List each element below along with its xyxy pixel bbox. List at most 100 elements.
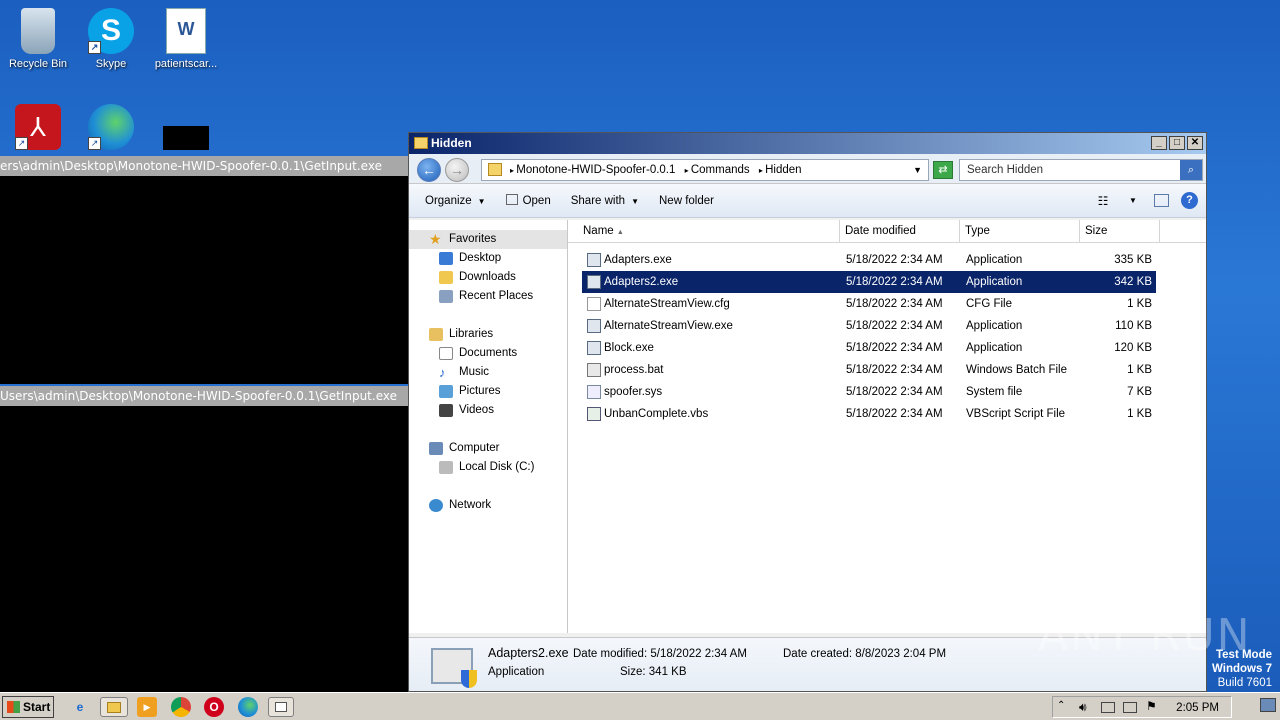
desktop-icon-skype[interactable]: S ↗ Skype bbox=[73, 8, 149, 70]
console-window-1[interactable]: ers\admin\Desktop\Monotone-HWID-Spoofer-… bbox=[0, 156, 408, 384]
app-icon bbox=[587, 319, 601, 333]
nav-item-favorites[interactable]: ★ Favorites bbox=[409, 230, 567, 249]
file-name: AlternateStreamView.exe bbox=[568, 315, 840, 337]
file-type: Application bbox=[966, 276, 1023, 288]
breadcrumb-item[interactable]: Commands bbox=[691, 164, 750, 176]
desktop-icon-recycle-bin[interactable]: Recycle Bin bbox=[0, 8, 76, 70]
file-name: spoofer.sys bbox=[568, 381, 840, 403]
file-size: 1 KB bbox=[1127, 298, 1152, 310]
forward-button[interactable]: → bbox=[445, 158, 469, 182]
search-icon[interactable]: ⌕ bbox=[1180, 160, 1202, 180]
new-folder-button[interactable]: New folder bbox=[651, 192, 722, 210]
chevron-down-icon[interactable]: ▼ bbox=[1124, 193, 1142, 209]
videos-icon bbox=[439, 404, 453, 417]
close-button[interactable]: ✕ bbox=[1187, 136, 1203, 150]
media-player-icon[interactable]: ▶ bbox=[137, 697, 157, 717]
opera-icon[interactable]: O bbox=[204, 697, 224, 717]
network-tray-icon[interactable] bbox=[1101, 702, 1115, 713]
nav-item-network[interactable]: Network bbox=[409, 496, 567, 515]
file-list[interactable]: Name ▲ Date modified Type Size Adapters.… bbox=[568, 220, 1206, 633]
shield-icon bbox=[461, 670, 477, 688]
file-row[interactable]: spoofer.sys 5/18/2022 2:34 AM System file 7… bbox=[568, 381, 1206, 403]
network-icon bbox=[429, 499, 443, 512]
console-title[interactable]: Users\admin\Desktop\Monotone-HWID-Spoofe… bbox=[0, 386, 408, 406]
nav-item-documents[interactable]: Documents bbox=[409, 344, 567, 363]
window-title: Hidden bbox=[431, 136, 472, 150]
navigation-pane[interactable]: ★ Favorites Desktop Downloads Recent Pla… bbox=[409, 220, 568, 633]
nav-item-pictures[interactable]: Pictures bbox=[409, 382, 567, 401]
nav-item-videos[interactable]: Videos bbox=[409, 401, 567, 420]
column-header-name[interactable]: Name ▲ bbox=[568, 220, 840, 242]
nav-item-music[interactable]: ♪ Music bbox=[409, 363, 567, 382]
display-tray-icon[interactable] bbox=[1123, 702, 1137, 713]
chrome-icon[interactable] bbox=[171, 697, 191, 717]
column-header-size[interactable]: Size bbox=[1080, 220, 1160, 242]
view-options-icon[interactable]: ☷ bbox=[1094, 193, 1112, 209]
desktop-icon-edge[interactable]: ↗ bbox=[73, 104, 149, 154]
explorer-taskbar-icon[interactable] bbox=[100, 697, 128, 717]
minimize-button[interactable]: _ bbox=[1151, 136, 1167, 150]
chevron-down-icon[interactable]: ▼ bbox=[913, 160, 922, 180]
nav-item-libraries[interactable]: Libraries bbox=[409, 325, 567, 344]
volume-icon[interactable]: 🔊︎ bbox=[1079, 700, 1087, 715]
show-desktop-icon[interactable] bbox=[1260, 698, 1276, 712]
word-document-icon: W bbox=[166, 8, 206, 54]
flag-icon[interactable]: ⚑ bbox=[1146, 699, 1157, 713]
desktop-icon-word-document[interactable]: W patientscar... bbox=[148, 8, 224, 70]
chevron-up-icon[interactable]: ⌃ bbox=[1057, 700, 1065, 711]
back-button[interactable]: ← bbox=[417, 158, 441, 182]
console-window-2[interactable]: Users\admin\Desktop\Monotone-HWID-Spoofe… bbox=[0, 386, 408, 692]
desktop-icon-acrobat[interactable]: ⅄ ↗ bbox=[0, 104, 76, 154]
file-row[interactable]: AlternateStreamView.cfg 5/18/2022 2:34 AM… bbox=[568, 293, 1206, 315]
nav-item-downloads[interactable]: Downloads bbox=[409, 268, 567, 287]
skype-icon: S ↗ bbox=[88, 8, 134, 54]
window-titlebar[interactable]: Hidden _ □ ✕ bbox=[409, 133, 1206, 154]
search-input[interactable]: Search Hidden ⌕ bbox=[959, 159, 1203, 181]
refresh-icon[interactable]: ⇄ bbox=[933, 161, 953, 179]
taskbar: Start e ▶ O ⌃ 🔊︎ ⚑ 2:05 PM bbox=[0, 692, 1280, 720]
breadcrumb-item[interactable]: Hidden bbox=[765, 164, 801, 176]
help-icon[interactable]: ? bbox=[1181, 192, 1198, 209]
system-tray: ⌃ 🔊︎ ⚑ 2:05 PM bbox=[1052, 696, 1232, 718]
acrobat-icon: ⅄ ↗ bbox=[15, 104, 61, 150]
details-size: Size: 341 KB bbox=[620, 666, 687, 678]
clock[interactable]: 2:05 PM bbox=[1176, 697, 1219, 719]
file-name: Adapters2.exe bbox=[568, 271, 840, 293]
organize-button[interactable]: Organize ▼ bbox=[417, 192, 494, 210]
nav-item-desktop[interactable]: Desktop bbox=[409, 249, 567, 268]
nav-item-computer[interactable]: Computer bbox=[409, 439, 567, 458]
share-with-button[interactable]: Share with ▼ bbox=[563, 192, 647, 210]
file-row[interactable]: Adapters.exe 5/18/2022 2:34 AM Application… bbox=[568, 249, 1206, 271]
start-button[interactable]: Start bbox=[2, 696, 54, 718]
file-size: 1 KB bbox=[1127, 408, 1152, 420]
column-header-type[interactable]: Type bbox=[960, 220, 1080, 242]
console-taskbar-icon[interactable] bbox=[268, 697, 294, 717]
file-size: 342 KB bbox=[1114, 276, 1152, 288]
nav-item-recent-places[interactable]: Recent Places bbox=[409, 287, 567, 306]
file-name: process.bat bbox=[568, 359, 840, 381]
breadcrumb: ▸ Monotone-HWID-Spoofer-0.0.1 ▸ Commands… bbox=[510, 164, 802, 176]
maximize-button[interactable]: □ bbox=[1169, 136, 1185, 150]
breadcrumb-item[interactable]: Monotone-HWID-Spoofer-0.0.1 bbox=[516, 164, 675, 176]
open-button[interactable]: Open bbox=[498, 191, 559, 210]
file-row[interactable]: Block.exe 5/18/2022 2:34 AM Application 120… bbox=[568, 337, 1206, 359]
internet-explorer-icon[interactable]: e bbox=[70, 697, 90, 717]
nav-item-local-disk[interactable]: Local Disk (C:) bbox=[409, 458, 567, 477]
file-date: 5/18/2022 2:34 AM bbox=[846, 342, 943, 354]
column-header-date[interactable]: Date modified bbox=[840, 220, 960, 242]
file-row[interactable]: UnbanComplete.vbs 5/18/2022 2:34 AM VBScri… bbox=[568, 403, 1206, 425]
downloads-icon bbox=[439, 271, 453, 284]
file-row[interactable]: Adapters2.exe 5/18/2022 2:34 AM Applicatio… bbox=[568, 271, 1206, 293]
shortcut-arrow-icon: ↗ bbox=[15, 137, 28, 150]
file-row[interactable]: AlternateStreamView.exe 5/18/2022 2:34 AM… bbox=[568, 315, 1206, 337]
console-title[interactable]: ers\admin\Desktop\Monotone-HWID-Spoofer-… bbox=[0, 156, 408, 176]
file-rows: Adapters.exe 5/18/2022 2:34 AM Application… bbox=[568, 243, 1206, 425]
preview-pane-icon[interactable] bbox=[1154, 194, 1169, 207]
edge-taskbar-icon[interactable] bbox=[238, 697, 258, 717]
desktop-icon-blank[interactable] bbox=[148, 104, 224, 154]
file-row[interactable]: process.bat 5/18/2022 2:34 AM Windows Batc… bbox=[568, 359, 1206, 381]
address-bar[interactable]: ▸ Monotone-HWID-Spoofer-0.0.1 ▸ Commands… bbox=[481, 159, 929, 181]
chevron-down-icon: ▼ bbox=[477, 196, 486, 206]
file-type: CFG File bbox=[966, 298, 1012, 310]
file-date: 5/18/2022 2:34 AM bbox=[846, 408, 943, 420]
